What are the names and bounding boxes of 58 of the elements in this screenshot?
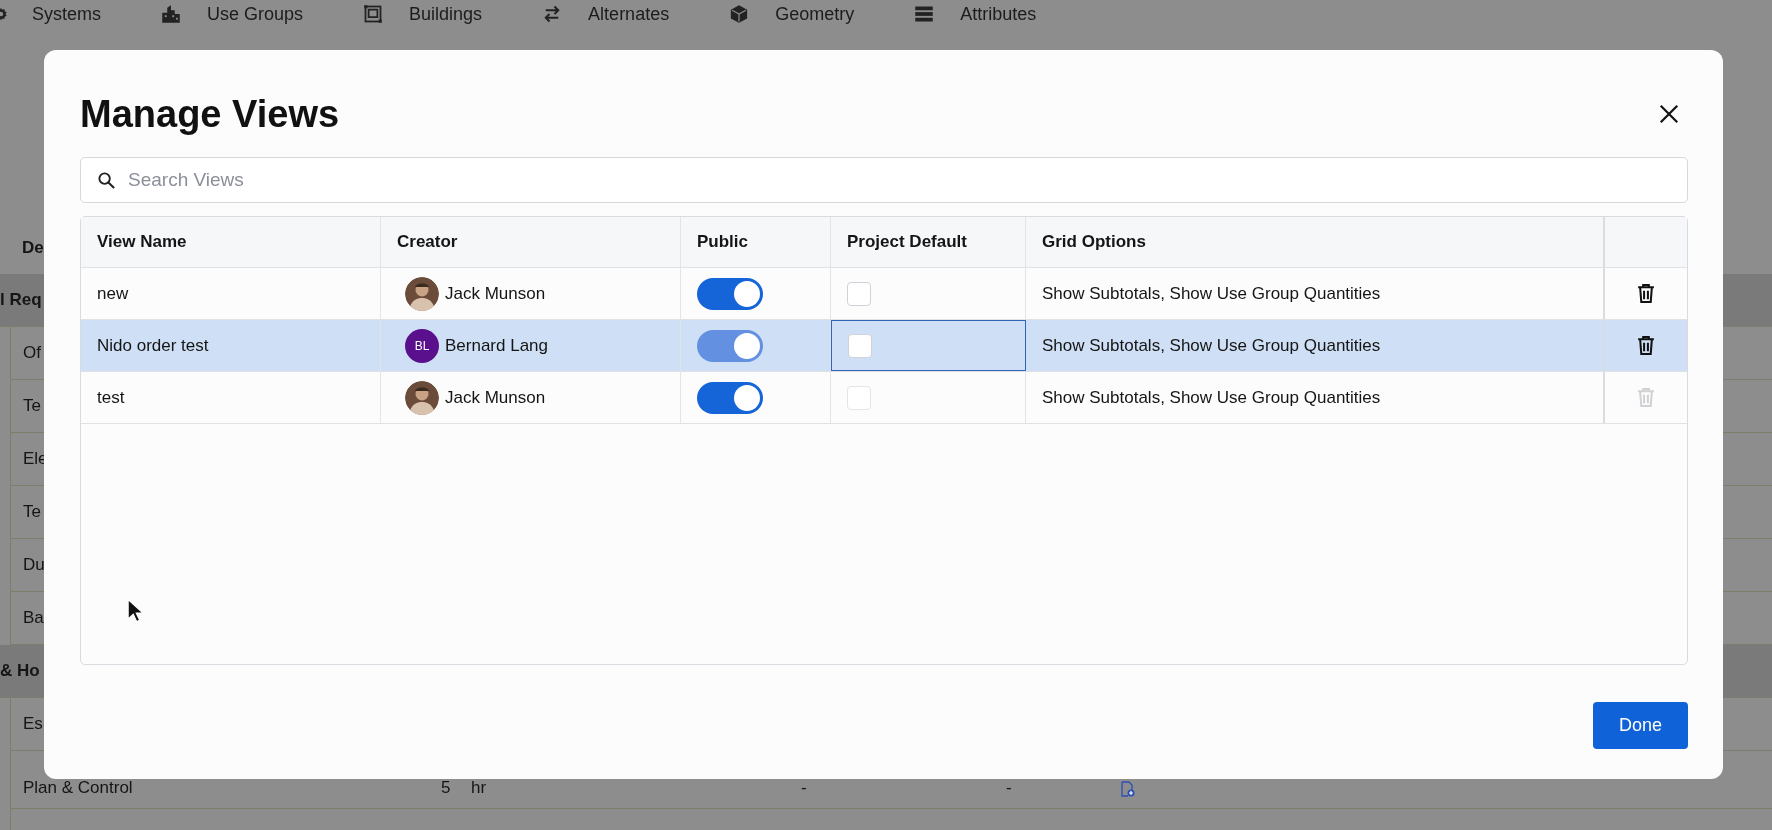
column-header: Project Default xyxy=(847,232,967,252)
nav-tab[interactable]: Systems xyxy=(0,3,101,25)
frame-icon xyxy=(363,4,384,24)
dialog-title: Manage Views xyxy=(80,92,340,136)
close-icon[interactable] xyxy=(1658,103,1680,125)
trash-icon[interactable] xyxy=(1637,283,1655,304)
column-header: Public xyxy=(697,232,748,252)
section-label: & Ho xyxy=(0,661,40,681)
table-cell: - xyxy=(1006,778,1012,798)
creator-name: Jack Munson xyxy=(445,283,546,304)
table-row[interactable]: Nido order test BL Bernard Lang Show Subtotals, Show Use Group Quantities xyxy=(81,320,1687,372)
default-checkbox[interactable] xyxy=(848,333,872,358)
trash-icon[interactable] xyxy=(1637,335,1655,356)
row-label: Of xyxy=(22,343,41,363)
user-avatar: BL xyxy=(405,328,439,363)
creator-name: Jack Munson xyxy=(445,387,546,408)
column-header: De xyxy=(21,237,44,258)
section-label: l Req xyxy=(0,290,42,310)
row-label: Plan & Control xyxy=(22,778,133,798)
column-header: View Name xyxy=(97,232,187,252)
row-label: Te xyxy=(22,502,41,522)
row-label: Ba xyxy=(22,608,44,628)
document-add-icon[interactable] xyxy=(1119,780,1135,798)
nav-tab[interactable]: Use Groups xyxy=(161,3,304,25)
nav-tab[interactable]: Buildings xyxy=(363,3,483,25)
nav-tab[interactable]: Geometry xyxy=(729,3,855,25)
column-header: Creator xyxy=(397,232,458,252)
list-icon xyxy=(914,4,935,24)
nav-tab[interactable]: Attributes xyxy=(914,3,1037,25)
grid-options: Show Subtotals, Show Use Group Quantities xyxy=(1042,283,1381,304)
view-name: Nido order test xyxy=(97,335,209,356)
table-cell: hr xyxy=(471,778,487,798)
table-cell: 5 xyxy=(441,778,451,798)
column-header: Grid Options xyxy=(1042,232,1146,252)
done-button[interactable]: Done xyxy=(1593,702,1688,749)
table-cell[interactable] xyxy=(831,320,1026,371)
view-name: new xyxy=(97,283,129,304)
nav-tab[interactable]: Alternates xyxy=(542,3,670,25)
cube-icon xyxy=(729,4,750,24)
grid-options: Show Subtotals, Show Use Group Quantities xyxy=(1042,335,1381,356)
row-label: Te xyxy=(22,396,41,416)
row-label: Du xyxy=(22,555,45,575)
table-row[interactable]: test Jack Munson Show Subtotals, Show Use Group Quantities xyxy=(81,372,1687,424)
public-toggle[interactable] xyxy=(697,381,763,414)
view-name: test xyxy=(97,387,125,408)
cursor-icon xyxy=(127,598,143,624)
user-avatar xyxy=(405,380,439,415)
row-label: Es xyxy=(22,714,43,734)
public-toggle[interactable] xyxy=(697,329,763,362)
buildings-icon xyxy=(161,4,181,24)
search-icon xyxy=(97,170,116,190)
default-checkbox[interactable] xyxy=(847,385,871,410)
creator-name: Bernard Lang xyxy=(445,335,549,356)
public-toggle[interactable] xyxy=(697,277,763,310)
table-cell: - xyxy=(801,778,807,798)
default-checkbox[interactable] xyxy=(847,281,871,306)
user-avatar xyxy=(405,276,439,311)
grid-options: Show Subtotals, Show Use Group Quantities xyxy=(1042,387,1381,408)
